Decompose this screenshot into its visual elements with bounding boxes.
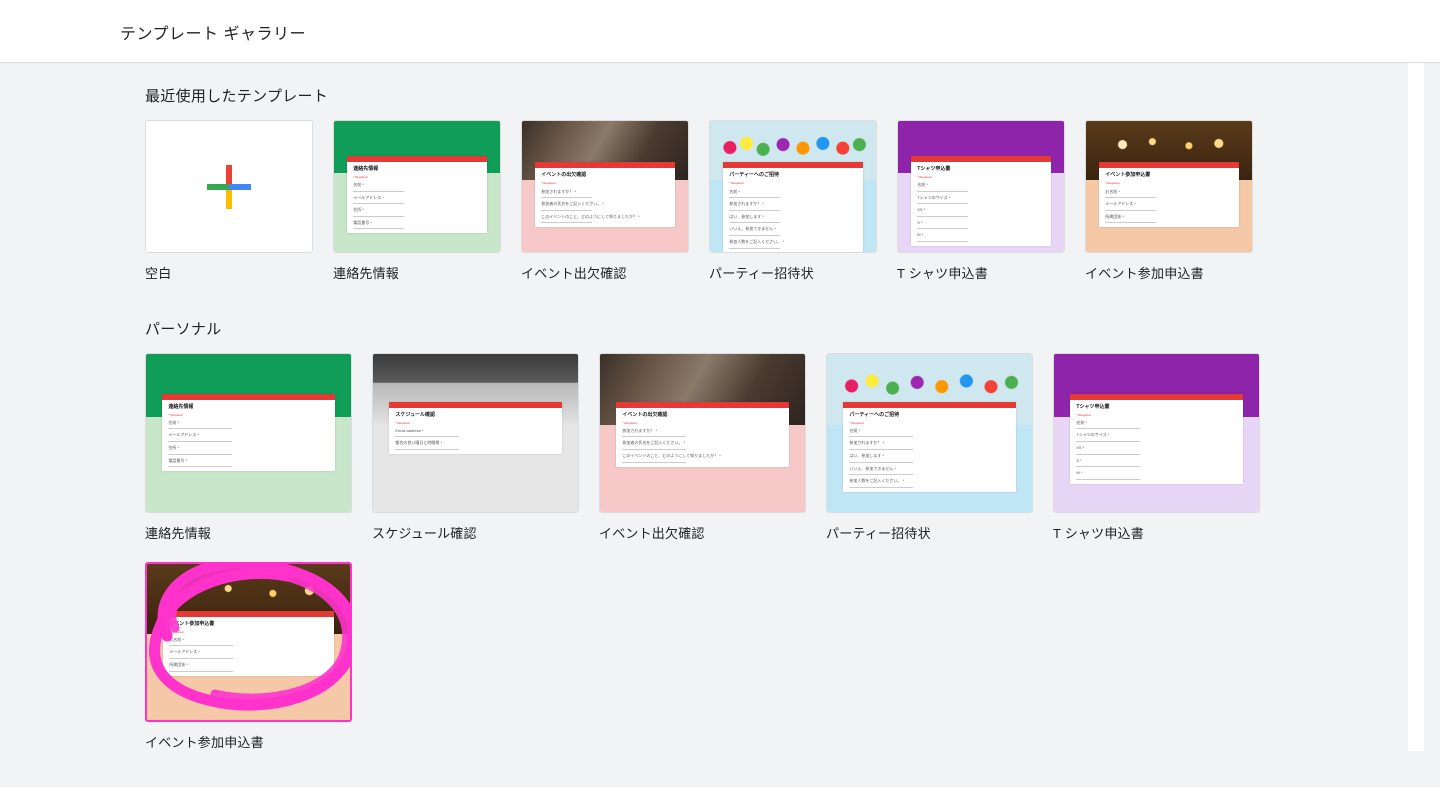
content: 最近使用したテンプレート 空白連絡先情報* Required名前 *メールアドレ… — [0, 63, 1424, 751]
header: テンプレート ギャラリー — [0, 0, 1440, 63]
template-title: イベント出欠確認 — [521, 263, 689, 282]
template-thumb-tshirt[interactable]: Tシャツ申込書* Required名前 *Tシャツのサイズ *XS *S *M … — [1053, 353, 1260, 513]
template-card-tshirt[interactable]: Tシャツ申込書* Required名前 *Tシャツのサイズ *XS *S *M … — [897, 120, 1065, 282]
section-title-personal: パーソナル — [145, 318, 1408, 339]
template-title: イベント出欠確認 — [599, 523, 806, 542]
template-card-rsvp[interactable]: イベントの出欠確認* Required参加されますか？ *参加者の氏名をご記入く… — [521, 120, 689, 282]
template-thumb-signup[interactable]: イベント参加申込書* Requiredお名前 *メールアドレス *所属団体 * — [145, 562, 352, 722]
template-title: 連絡先情報 — [145, 523, 352, 542]
template-card-signup[interactable]: イベント参加申込書* Requiredお名前 *メールアドレス *所属団体 * イ… — [1085, 120, 1253, 282]
template-card-schedule[interactable]: スケジュール確認* RequiredEmail address *都合の良い曜日… — [372, 353, 579, 542]
template-card-party[interactable]: パーティーへのご招待* Required名前 *参加されますか？ *はい、参加し… — [826, 353, 1033, 542]
template-title: パーティー招待状 — [709, 263, 877, 282]
section-title-recent: 最近使用したテンプレート — [145, 85, 1408, 106]
grid-recent: 空白 連絡先情報* Required名前 *メールアドレス *住所 *電話番号 *… — [145, 120, 1408, 282]
grid-personal: 連絡先情報* Required名前 *メールアドレス *住所 *電話番号 * 連絡… — [145, 353, 1408, 751]
template-title: スケジュール確認 — [372, 523, 579, 542]
template-title: T シャツ申込書 — [1053, 523, 1260, 542]
template-thumb-contact[interactable]: 連絡先情報* Required名前 *メールアドレス *住所 *電話番号 * — [333, 120, 501, 253]
template-card-rsvp[interactable]: イベントの出欠確認* Required参加されますか？ *参加者の氏名をご記入く… — [599, 353, 806, 542]
template-title: イベント参加申込書 — [1085, 263, 1253, 282]
template-thumb-blank[interactable] — [145, 120, 313, 253]
template-thumb-rsvp[interactable]: イベントの出欠確認* Required参加されますか？ *参加者の氏名をご記入く… — [599, 353, 806, 513]
template-thumb-tshirt[interactable]: Tシャツ申込書* Required名前 *Tシャツのサイズ *XS *S *M … — [897, 120, 1065, 253]
template-card-party[interactable]: パーティーへのご招待* Required名前 *参加されますか？ *はい、参加し… — [709, 120, 877, 282]
template-card-signup[interactable]: イベント参加申込書* Requiredお名前 *メールアドレス *所属団体 * … — [145, 562, 352, 751]
template-card-contact[interactable]: 連絡先情報* Required名前 *メールアドレス *住所 *電話番号 * 連絡… — [333, 120, 501, 282]
page-title: テンプレート ギャラリー — [120, 26, 306, 43]
template-title: イベント参加申込書 — [145, 732, 352, 751]
template-title: パーティー招待状 — [826, 523, 1033, 542]
template-thumb-contact[interactable]: 連絡先情報* Required名前 *メールアドレス *住所 *電話番号 * — [145, 353, 352, 513]
template-thumb-party[interactable]: パーティーへのご招待* Required名前 *参加されますか？ *はい、参加し… — [826, 353, 1033, 513]
template-thumb-rsvp[interactable]: イベントの出欠確認* Required参加されますか？ *参加者の氏名をご記入く… — [521, 120, 689, 253]
template-card-tshirt[interactable]: Tシャツ申込書* Required名前 *Tシャツのサイズ *XS *S *M … — [1053, 353, 1260, 542]
template-title: 空白 — [145, 263, 313, 282]
template-title: T シャツ申込書 — [897, 263, 1065, 282]
template-card-contact[interactable]: 連絡先情報* Required名前 *メールアドレス *住所 *電話番号 * 連絡… — [145, 353, 352, 542]
template-thumb-signup[interactable]: イベント参加申込書* Requiredお名前 *メールアドレス *所属団体 * — [1085, 120, 1253, 253]
template-title: 連絡先情報 — [333, 263, 501, 282]
template-thumb-party[interactable]: パーティーへのご招待* Required名前 *参加されますか？ *はい、参加し… — [709, 120, 877, 253]
template-thumb-schedule[interactable]: スケジュール確認* RequiredEmail address *都合の良い曜日… — [372, 353, 579, 513]
template-card-blank[interactable]: 空白 — [145, 120, 313, 282]
